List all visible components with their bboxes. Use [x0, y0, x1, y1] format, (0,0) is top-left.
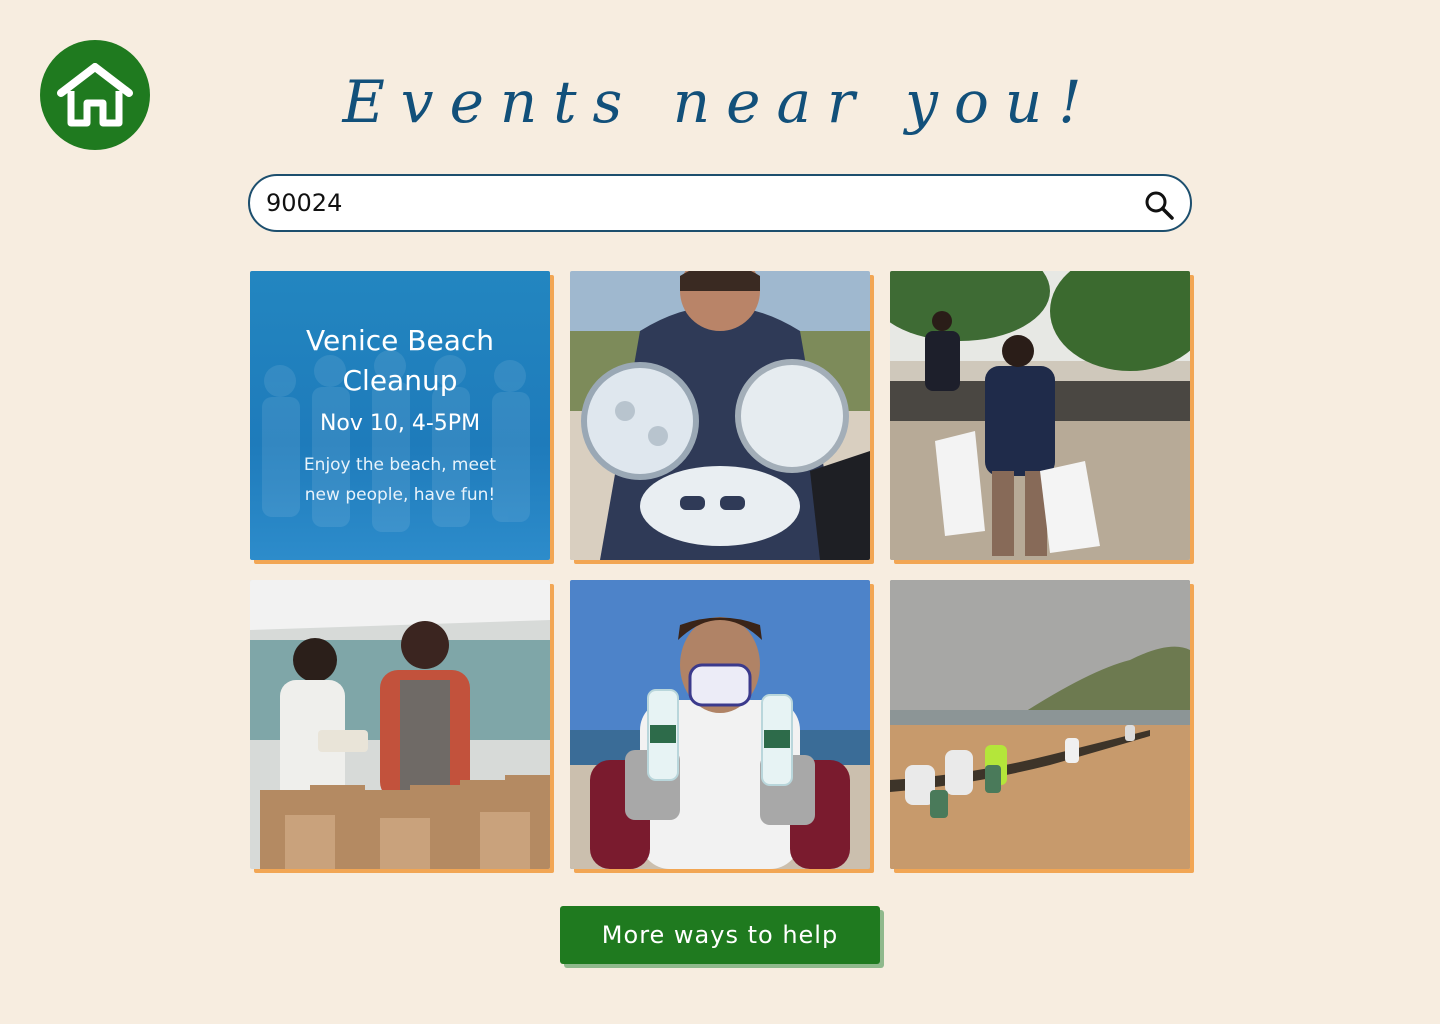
beach-cleanup-group-image: [890, 580, 1190, 869]
search-input[interactable]: [266, 176, 1126, 230]
events-grid: Venice Beach Cleanup Nov 10, 4-5PM Enjoy…: [250, 271, 1190, 869]
page-title: Events near you!: [342, 68, 1098, 136]
photo-card-beach-cleanup[interactable]: [890, 580, 1190, 869]
photo-card-trash-bags[interactable]: [890, 271, 1190, 560]
photo-card-bottles[interactable]: [570, 580, 870, 869]
event-date: Nov 10, 4-5PM: [319, 411, 481, 436]
more-ways-to-help-button[interactable]: More ways to help: [560, 906, 880, 964]
photo-card-plastic-lids[interactable]: [570, 271, 870, 560]
volunteer-holding-plastic-lids-image: [570, 271, 870, 560]
search-bar: [248, 174, 1192, 232]
event-description: Enjoy the beach, meet new people, have f…: [303, 455, 497, 505]
volunteers-packing-bags-image: [250, 580, 550, 869]
event-card-venice-beach[interactable]: Venice Beach Cleanup Nov 10, 4-5PM Enjoy…: [250, 271, 550, 560]
volunteer-holding-bottles-image: [570, 580, 870, 869]
event-title: Venice Beach Cleanup: [306, 324, 494, 397]
search-icon[interactable]: [1144, 190, 1174, 220]
volunteers-carrying-trash-bags-image: [890, 271, 1190, 560]
photo-card-packing-bags[interactable]: [250, 580, 550, 869]
